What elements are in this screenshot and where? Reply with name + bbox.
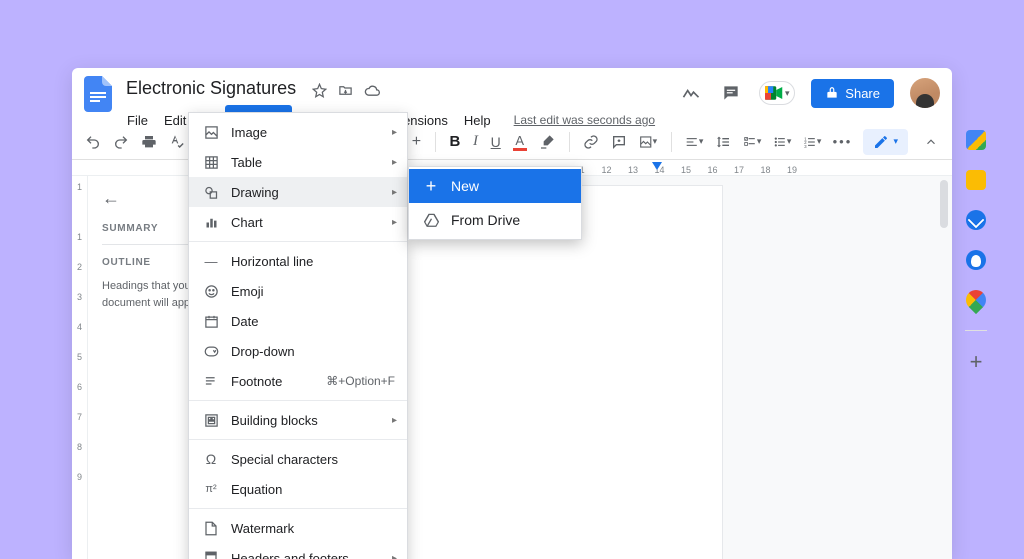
- insert-date[interactable]: Date: [189, 306, 407, 336]
- drawing-icon: [203, 184, 219, 200]
- insert-special-characters[interactable]: ΩSpecial characters: [189, 444, 407, 474]
- bold-icon[interactable]: B: [449, 133, 460, 151]
- bulleted-list-icon[interactable]: ▾: [773, 133, 791, 151]
- headerfooter-icon: [203, 550, 219, 559]
- insert-chart[interactable]: Chart▸: [189, 207, 407, 237]
- add-comment-icon[interactable]: [611, 133, 627, 151]
- italic-icon[interactable]: I: [472, 133, 478, 151]
- plus-icon: +: [423, 178, 439, 194]
- text-color-icon[interactable]: A: [513, 133, 527, 151]
- insert-footnote[interactable]: Footnote⌘+Option+F: [189, 366, 407, 396]
- insert-equation[interactable]: π²Equation: [189, 474, 407, 504]
- spellcheck-icon[interactable]: [168, 133, 186, 151]
- more-icon[interactable]: •••: [833, 133, 851, 151]
- last-edit-link[interactable]: Last edit was seconds ago: [514, 113, 655, 127]
- drawing-new[interactable]: + New: [409, 169, 581, 203]
- star-icon[interactable]: [312, 83, 328, 99]
- collapse-icon[interactable]: [922, 133, 940, 151]
- redo-icon[interactable]: [112, 133, 130, 151]
- maps-app-icon[interactable]: [962, 286, 990, 314]
- share-label: Share: [845, 86, 880, 101]
- print-icon[interactable]: [140, 133, 158, 151]
- share-button[interactable]: Share: [811, 79, 894, 108]
- dropdown-icon: [203, 343, 219, 359]
- insert-drawing[interactable]: Drawing▸: [189, 177, 407, 207]
- insert-table[interactable]: Table▸: [189, 147, 407, 177]
- table-icon: [203, 154, 219, 170]
- side-panel: +: [956, 122, 996, 373]
- link-icon[interactable]: [583, 133, 599, 151]
- pi-icon: π²: [203, 481, 219, 497]
- activity-icon[interactable]: [679, 81, 703, 105]
- emoji-icon: [203, 283, 219, 299]
- checklist-icon[interactable]: ▾: [743, 133, 761, 151]
- account-avatar[interactable]: [910, 78, 940, 108]
- cloud-status-icon[interactable]: [364, 83, 380, 99]
- hline-icon: —: [203, 253, 219, 269]
- comments-icon[interactable]: [719, 81, 743, 105]
- ruler-cursor-icon[interactable]: [652, 162, 662, 170]
- drawing-submenu: + New From Drive: [408, 166, 582, 240]
- chart-icon: [203, 214, 219, 230]
- insert-horizontal-line[interactable]: —Horizontal line: [189, 246, 407, 276]
- add-addon-icon[interactable]: +: [970, 351, 983, 373]
- omega-icon: Ω: [203, 451, 219, 467]
- align-icon[interactable]: ▾: [685, 133, 703, 151]
- keep-app-icon[interactable]: [966, 170, 986, 190]
- menu-file[interactable]: File: [120, 109, 155, 132]
- document-title[interactable]: Electronic Signatures: [120, 76, 302, 101]
- line-spacing-icon[interactable]: [715, 133, 731, 151]
- vertical-ruler[interactable]: 1123456789: [72, 176, 88, 559]
- drive-icon: [423, 212, 439, 228]
- underline-icon[interactable]: U: [491, 133, 501, 151]
- insert-dropdown[interactable]: Drop-down: [189, 336, 407, 366]
- menu-help[interactable]: Help: [457, 109, 498, 132]
- editing-mode-button[interactable]: ▾: [863, 129, 908, 155]
- docs-logo[interactable]: [80, 76, 116, 112]
- insert-image-icon[interactable]: ▾: [639, 133, 657, 151]
- move-icon[interactable]: [338, 83, 354, 99]
- blocks-icon: [203, 412, 219, 428]
- insert-image[interactable]: Image▸: [189, 117, 407, 147]
- calendar-app-icon[interactable]: [966, 130, 986, 150]
- insert-watermark[interactable]: Watermark: [189, 513, 407, 543]
- date-icon: [203, 313, 219, 329]
- image-icon: [203, 124, 219, 140]
- contacts-app-icon[interactable]: [966, 250, 986, 270]
- font-size-plus[interactable]: +: [412, 133, 421, 151]
- numbered-list-icon[interactable]: 123▾: [803, 133, 821, 151]
- highlight-icon[interactable]: [539, 133, 555, 151]
- insert-headers-footers[interactable]: Headers and footers▸: [189, 543, 407, 559]
- svg-text:3: 3: [805, 144, 808, 149]
- meet-button[interactable]: ▾: [759, 81, 795, 105]
- undo-icon[interactable]: [84, 133, 102, 151]
- insert-building-blocks[interactable]: Building blocks▸: [189, 405, 407, 435]
- insert-emoji[interactable]: Emoji: [189, 276, 407, 306]
- tasks-app-icon[interactable]: [966, 210, 986, 230]
- vertical-scrollbar[interactable]: [940, 180, 948, 228]
- drawing-from-drive[interactable]: From Drive: [409, 203, 581, 237]
- footnote-icon: [203, 373, 219, 389]
- watermark-icon: [203, 520, 219, 536]
- google-docs-window: Electronic Signatures File Edit Vie Inse…: [72, 68, 952, 559]
- insert-menu-dropdown: Image▸ Table▸ Drawing▸ Chart▸ —Horizonta…: [188, 112, 408, 559]
